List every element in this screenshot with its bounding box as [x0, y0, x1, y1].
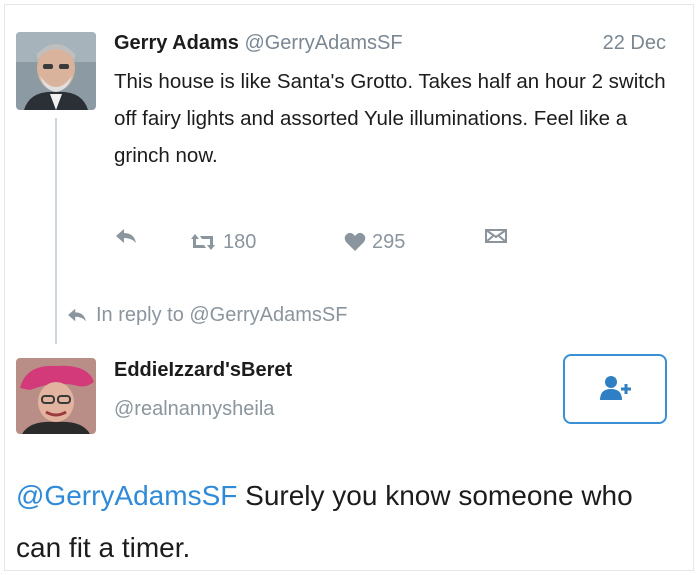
reply-button[interactable] [114, 227, 138, 245]
author-handle[interactable]: @GerryAdamsSF [244, 32, 402, 54]
mention-link[interactable]: @GerryAdamsSF [16, 480, 237, 511]
in-reply-to-text: In reply to @GerryAdamsSF [96, 304, 348, 326]
reply-tweet-text: @GerryAdamsSF Surely you know someone wh… [16, 470, 681, 574]
reply-author-name[interactable]: EddieIzzard'sBeret [114, 357, 292, 383]
follow-button[interactable] [563, 354, 667, 424]
reply-arrow-icon [68, 308, 86, 322]
direct-message-icon [485, 229, 507, 243]
heart-icon [344, 232, 366, 251]
author-avatar[interactable] [16, 32, 96, 110]
thread-connector-line [55, 118, 57, 344]
add-user-icon [600, 376, 631, 400]
retweet-icon [191, 234, 215, 250]
tweet-header: Gerry Adams @GerryAdamsSF 22 Dec [114, 30, 674, 56]
reply-arrow-icon [116, 229, 136, 243]
like-count: 295 [372, 231, 406, 253]
reply-author-handle[interactable]: @realnannysheila [114, 396, 274, 422]
like-button[interactable]: 295 [344, 227, 405, 257]
in-reply-to-link[interactable]: In reply to @GerryAdamsSF [66, 302, 347, 328]
retweet-count: 180 [223, 231, 257, 253]
reply-author-avatar[interactable] [16, 358, 96, 434]
author-name[interactable]: Gerry Adams [114, 32, 239, 54]
tweet-date[interactable]: 22 Dec [603, 30, 666, 56]
direct-message-button[interactable] [484, 227, 508, 245]
retweet-button[interactable]: 180 [189, 227, 256, 257]
tweet-text: This house is like Santa's Grotto. Takes… [114, 70, 666, 167]
